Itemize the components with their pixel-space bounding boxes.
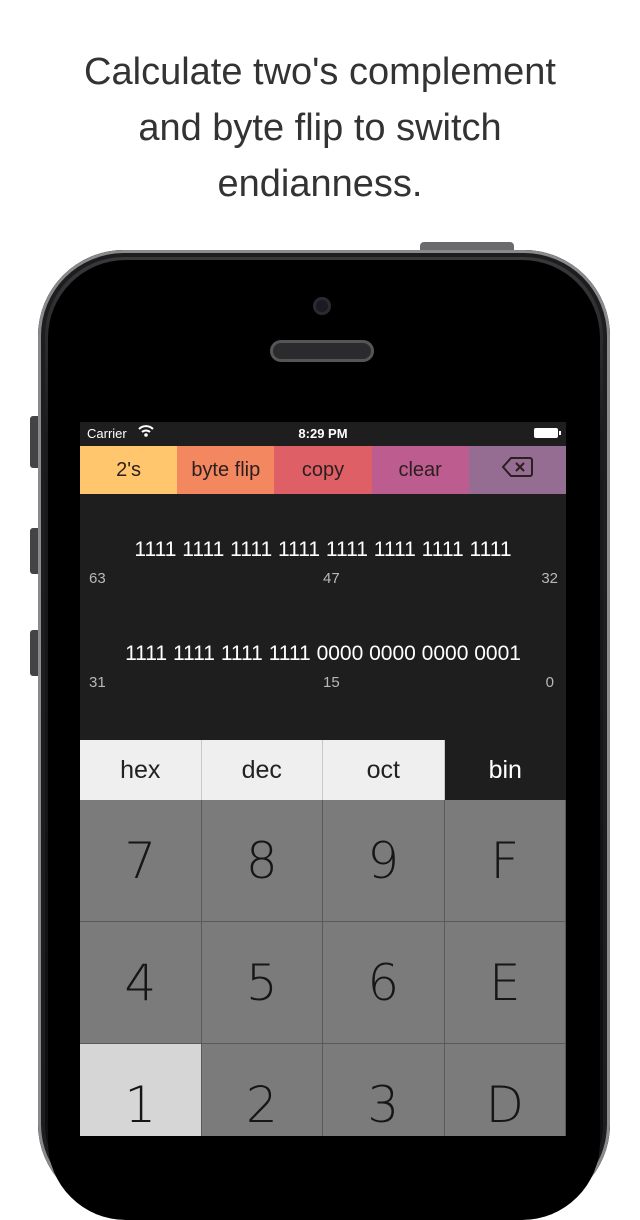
backspace-button[interactable]	[468, 446, 566, 494]
copy-label: copy	[301, 458, 345, 481]
bit-index-63: 63	[89, 570, 106, 587]
byte-flip-button[interactable]: byte flip	[177, 446, 275, 494]
key-9[interactable]: 9	[323, 800, 445, 922]
clear-button[interactable]: clear	[371, 446, 469, 494]
bit-index-31: 31	[89, 674, 106, 691]
byte-flip-label: byte flip	[191, 458, 261, 481]
bit-value-lower[interactable]: 1111 1111 1111 1111 0000 0000 0000 0001	[80, 642, 566, 666]
key-E[interactable]: E	[444, 922, 566, 1044]
headline-line-1: Calculate two's complement	[84, 51, 556, 93]
headline-line-2: and byte flip to switch	[138, 107, 502, 149]
key-7[interactable]: 7	[80, 800, 202, 922]
mode-dec-button[interactable]: dec	[201, 740, 323, 800]
mode-oct-button[interactable]: oct	[323, 740, 445, 800]
twos-complement-label: 2's	[116, 458, 142, 481]
toolbar: 2's byte flip copy clear	[80, 446, 566, 494]
key-8[interactable]: 8	[201, 800, 323, 922]
bit-display: 1111 1111 1111 1111 1111 1111 1111 1111 …	[80, 494, 566, 740]
headline: Calculate two's complement and byte flip…	[0, 44, 640, 212]
status-time: 8:29 PM	[298, 426, 348, 441]
copy-button[interactable]: copy	[274, 446, 372, 494]
base-mode-selector: hex dec oct bin	[80, 740, 566, 800]
status-bar: Carrier 8:29 PM	[80, 422, 566, 446]
app-screen: Carrier 8:29 PM 2's byte flip copy clear	[80, 422, 566, 1136]
bit-index-0: 0	[545, 674, 554, 691]
bit-index-32: 32	[541, 570, 558, 587]
key-6[interactable]: 6	[323, 922, 445, 1044]
headline-line-3: endianness.	[217, 163, 423, 205]
key-F[interactable]: F	[444, 800, 566, 922]
mode-hex-button[interactable]: hex	[80, 740, 202, 800]
backspace-icon	[501, 456, 534, 484]
battery-icon	[534, 428, 561, 438]
keypad: 7 8 9 F 4 5 6 E 1 2 3 D	[80, 800, 566, 1136]
earpiece-speaker	[270, 340, 374, 362]
key-4[interactable]: 4	[80, 922, 202, 1044]
key-2[interactable]: 2	[201, 1044, 323, 1136]
key-5[interactable]: 5	[201, 922, 323, 1044]
key-3[interactable]: 3	[323, 1044, 445, 1136]
mode-bin-button[interactable]: bin	[444, 740, 566, 800]
key-D[interactable]: D	[444, 1044, 566, 1136]
clear-label: clear	[398, 458, 442, 481]
bit-index-15: 15	[323, 674, 340, 691]
key-1[interactable]: 1	[80, 1044, 202, 1136]
front-camera	[313, 297, 331, 315]
bit-value-upper[interactable]: 1111 1111 1111 1111 1111 1111 1111 1111	[80, 538, 566, 562]
twos-complement-button[interactable]: 2's	[80, 446, 178, 494]
bit-index-47: 47	[323, 570, 340, 587]
